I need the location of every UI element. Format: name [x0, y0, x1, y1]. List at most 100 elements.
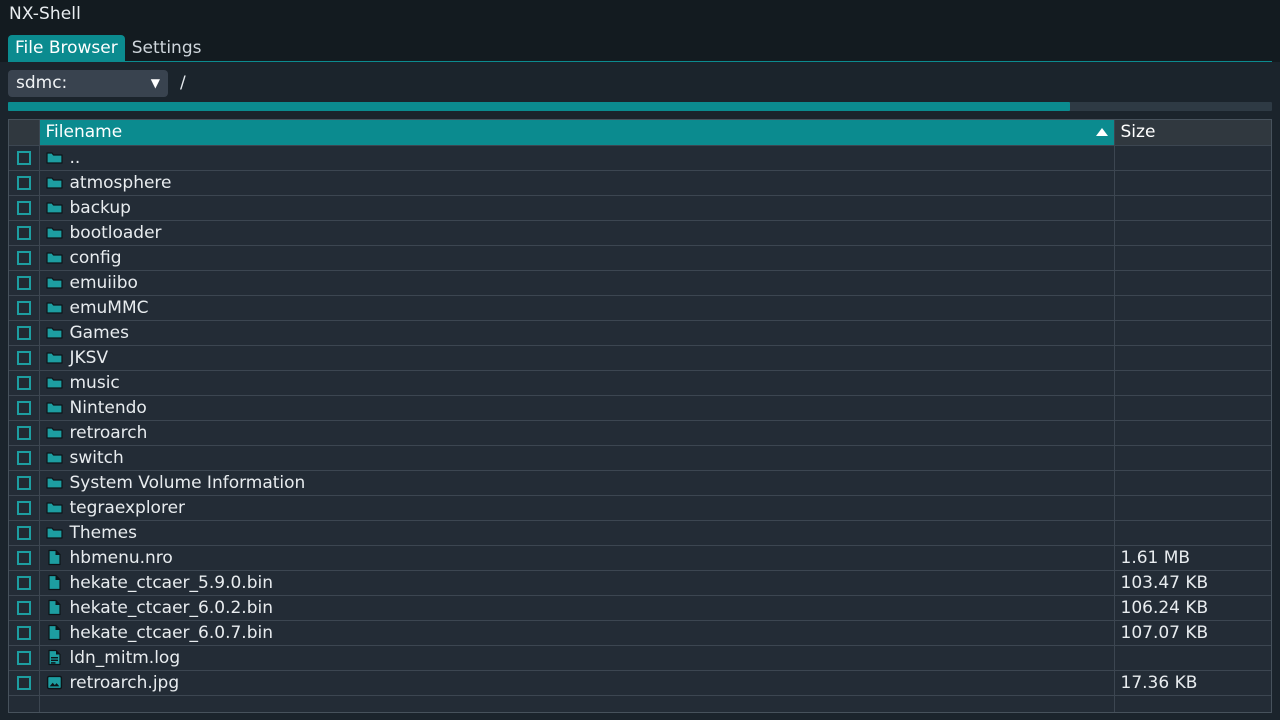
horizontal-scrollbar-thumb[interactable] — [8, 102, 1070, 111]
row-checkbox[interactable] — [17, 676, 31, 690]
row-checkbox-cell[interactable] — [9, 620, 39, 645]
row-checkbox-cell[interactable] — [9, 320, 39, 345]
column-header-checkbox[interactable] — [9, 120, 39, 145]
row-filename-cell[interactable]: emuMMC — [39, 295, 1114, 320]
row-checkbox[interactable] — [17, 301, 31, 315]
row-checkbox[interactable] — [17, 251, 31, 265]
row-checkbox-cell[interactable] — [9, 445, 39, 470]
row-checkbox-cell[interactable] — [9, 520, 39, 545]
row-filename-cell[interactable]: tegraexplorer — [39, 495, 1114, 520]
row-checkbox-cell[interactable] — [9, 195, 39, 220]
table-row[interactable]: emuiibo — [9, 270, 1271, 295]
table-row[interactable]: JKSV — [9, 345, 1271, 370]
row-size-cell — [1114, 395, 1271, 420]
row-filename-cell[interactable]: atmosphere — [39, 170, 1114, 195]
row-checkbox-cell[interactable] — [9, 170, 39, 195]
row-checkbox-cell[interactable] — [9, 270, 39, 295]
row-checkbox[interactable] — [17, 201, 31, 215]
row-checkbox-cell[interactable] — [9, 245, 39, 270]
row-checkbox-cell[interactable] — [9, 570, 39, 595]
row-checkbox[interactable] — [17, 176, 31, 190]
table-row[interactable]: config — [9, 245, 1271, 270]
row-filename-cell[interactable]: Nintendo — [39, 395, 1114, 420]
row-checkbox[interactable] — [17, 276, 31, 290]
table-row[interactable]: ldn_mitm.log — [9, 645, 1271, 670]
column-header-size[interactable]: Size — [1114, 120, 1271, 145]
row-checkbox[interactable] — [17, 576, 31, 590]
row-filename-cell[interactable]: retroarch — [39, 420, 1114, 445]
row-checkbox-cell[interactable] — [9, 295, 39, 320]
row-filename-cell[interactable]: switch — [39, 445, 1114, 470]
row-checkbox[interactable] — [17, 476, 31, 490]
row-checkbox-cell[interactable] — [9, 595, 39, 620]
row-filename-cell[interactable]: ldn_mitm.log — [39, 645, 1114, 670]
row-checkbox-cell[interactable] — [9, 545, 39, 570]
row-filename-cell[interactable]: music — [39, 370, 1114, 395]
table-row[interactable]: .. — [9, 145, 1271, 170]
table-row[interactable]: retroarch.jpg17.36 KB — [9, 670, 1271, 695]
row-checkbox[interactable] — [17, 601, 31, 615]
table-row[interactable]: retroarch — [9, 420, 1271, 445]
row-filename-cell[interactable]: .. — [39, 145, 1114, 170]
table-row[interactable]: bootloader — [9, 220, 1271, 245]
row-filename-cell[interactable]: hekate_ctcaer_6.0.2.bin — [39, 595, 1114, 620]
row-checkbox[interactable] — [17, 151, 31, 165]
row-checkbox-cell[interactable] — [9, 145, 39, 170]
row-size-cell — [1114, 245, 1271, 270]
row-checkbox-cell[interactable] — [9, 395, 39, 420]
drive-select[interactable]: sdmc: ▼ — [8, 70, 168, 97]
row-checkbox-cell[interactable] — [9, 470, 39, 495]
table-row[interactable]: hekate_ctcaer_6.0.7.bin107.07 KB — [9, 620, 1271, 645]
row-filename-label: config — [70, 248, 122, 268]
table-row[interactable]: backup — [9, 195, 1271, 220]
row-checkbox[interactable] — [17, 651, 31, 665]
row-filename-cell[interactable]: Games — [39, 320, 1114, 345]
table-row[interactable]: atmosphere — [9, 170, 1271, 195]
row-filename-cell[interactable]: hbmenu.nro — [39, 545, 1114, 570]
table-row[interactable]: hekate_ctcaer_6.0.2.bin106.24 KB — [9, 595, 1271, 620]
row-checkbox-cell[interactable] — [9, 370, 39, 395]
row-checkbox[interactable] — [17, 426, 31, 440]
row-filename-cell[interactable]: hekate_ctcaer_6.0.7.bin — [39, 620, 1114, 645]
table-row[interactable]: switch — [9, 445, 1271, 470]
row-filename-cell[interactable]: retroarch.jpg — [39, 670, 1114, 695]
table-row[interactable]: emuMMC — [9, 295, 1271, 320]
table-row[interactable]: hbmenu.nro1.61 MB — [9, 545, 1271, 570]
row-checkbox-cell[interactable] — [9, 420, 39, 445]
row-checkbox[interactable] — [17, 626, 31, 640]
column-header-filename[interactable]: Filename — [39, 120, 1114, 145]
row-checkbox[interactable] — [17, 401, 31, 415]
table-row[interactable]: Themes — [9, 520, 1271, 545]
row-checkbox[interactable] — [17, 551, 31, 565]
row-filename-cell[interactable]: backup — [39, 195, 1114, 220]
table-row[interactable]: System Volume Information — [9, 470, 1271, 495]
row-checkbox-cell[interactable] — [9, 220, 39, 245]
table-row[interactable]: Games — [9, 320, 1271, 345]
row-checkbox[interactable] — [17, 526, 31, 540]
row-checkbox-cell[interactable] — [9, 645, 39, 670]
table-row[interactable]: hekate_ctcaer_5.9.0.bin103.47 KB — [9, 570, 1271, 595]
row-filename-cell[interactable]: emuiibo — [39, 270, 1114, 295]
row-checkbox-cell[interactable] — [9, 345, 39, 370]
tab-file-browser[interactable]: File Browser — [8, 35, 125, 62]
row-filename-cell[interactable]: System Volume Information — [39, 470, 1114, 495]
row-size-cell: 1.61 MB — [1114, 545, 1271, 570]
row-checkbox[interactable] — [17, 326, 31, 340]
row-checkbox[interactable] — [17, 376, 31, 390]
table-row[interactable]: Nintendo — [9, 395, 1271, 420]
row-filename-cell[interactable]: config — [39, 245, 1114, 270]
row-checkbox[interactable] — [17, 351, 31, 365]
row-filename-cell[interactable]: JKSV — [39, 345, 1114, 370]
row-checkbox-cell[interactable] — [9, 495, 39, 520]
row-filename-cell[interactable]: hekate_ctcaer_5.9.0.bin — [39, 570, 1114, 595]
row-checkbox[interactable] — [17, 451, 31, 465]
row-filename-cell[interactable]: bootloader — [39, 220, 1114, 245]
row-checkbox-cell[interactable] — [9, 670, 39, 695]
table-row[interactable]: music — [9, 370, 1271, 395]
row-checkbox[interactable] — [17, 501, 31, 515]
row-filename-cell[interactable]: Themes — [39, 520, 1114, 545]
table-row[interactable]: tegraexplorer — [9, 495, 1271, 520]
tab-settings[interactable]: Settings — [125, 35, 209, 62]
row-checkbox[interactable] — [17, 226, 31, 240]
horizontal-scrollbar[interactable] — [8, 102, 1272, 111]
